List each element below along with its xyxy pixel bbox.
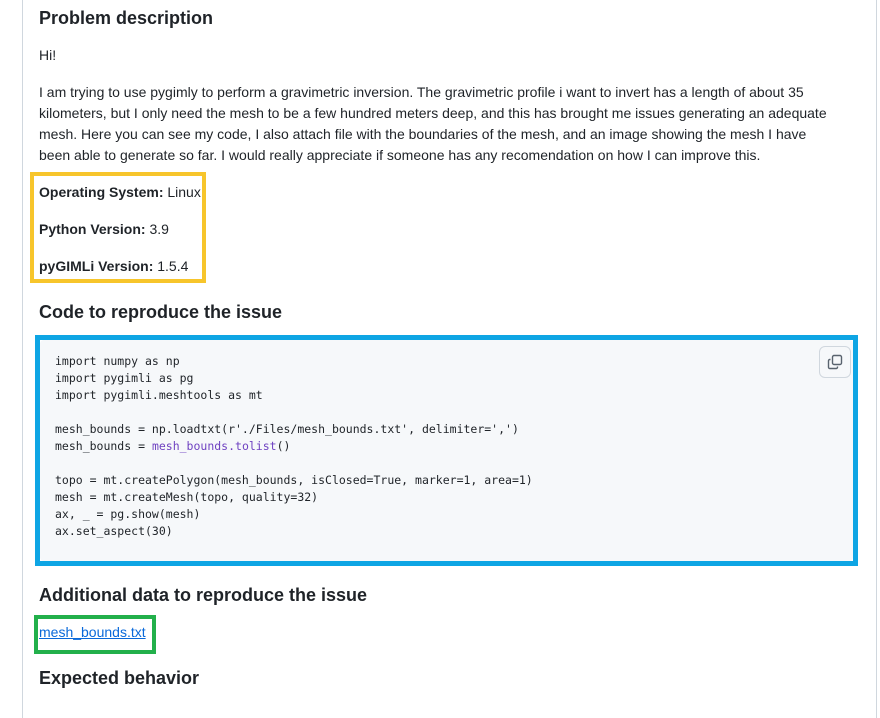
highlight-box-environment — [30, 172, 206, 283]
greeting-text: Hi! — [39, 47, 57, 63]
heading-problem-description: Problem description — [39, 8, 214, 28]
highlight-box-code — [35, 335, 858, 566]
heading-expected-behavior: Expected behavior — [39, 668, 200, 688]
heading-additional-data: Additional data to reproduce the issue — [39, 585, 368, 605]
problem-paragraph: I am trying to use pygimly to perform a … — [39, 84, 827, 163]
highlight-box-attachment — [34, 615, 156, 654]
heading-code: Code to reproduce the issue — [39, 302, 283, 322]
